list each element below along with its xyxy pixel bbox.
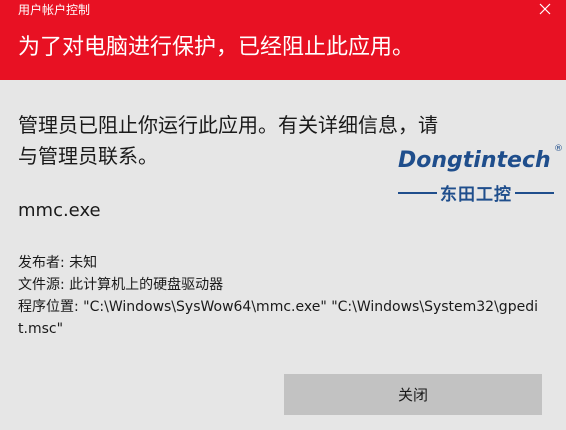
file-source-text: 文件源: 此计算机上的硬盘驱动器 — [18, 277, 224, 293]
watermark-divider-right — [515, 191, 554, 194]
app-details: 发布者: 未知 文件源: 此计算机上的硬盘驱动器 程序位置: "C:\Windo… — [18, 252, 538, 340]
registered-mark: ® — [554, 144, 563, 154]
watermark-brand: Dongtintech — [398, 148, 551, 173]
watermark-subtitle-row: 东田工控 — [398, 180, 554, 205]
uac-header: 用户帐户控制 为了对电脑进行保护，已经阻止此应用。 — [0, 0, 566, 80]
program-location-text: 程序位置: "C:\Windows\SysWow64\mmc.exe" "C:\… — [18, 299, 538, 337]
watermark-logo: Dongtintech ® 东田工控 — [398, 142, 566, 210]
publisher-text: 发布者: 未知 — [18, 255, 98, 271]
admin-blocked-message: 管理员已阻止你运行此应用。有关详细信息，请与管理员联系。 — [18, 113, 438, 168]
close-button[interactable]: 关闭 — [284, 374, 542, 415]
blocked-headline: 为了对电脑进行保护，已经阻止此应用。 — [18, 35, 415, 60]
uac-dialog: 用户帐户控制 为了对电脑进行保护，已经阻止此应用。 管理员已阻止你运行此应用。有… — [0, 0, 566, 430]
close-icon[interactable] — [536, 0, 554, 18]
app-name: mmc.exe — [18, 200, 101, 221]
watermark-divider-left — [398, 191, 437, 194]
window-title: 用户帐户控制 — [18, 3, 91, 17]
watermark-subtitle: 东田工控 — [440, 185, 512, 205]
